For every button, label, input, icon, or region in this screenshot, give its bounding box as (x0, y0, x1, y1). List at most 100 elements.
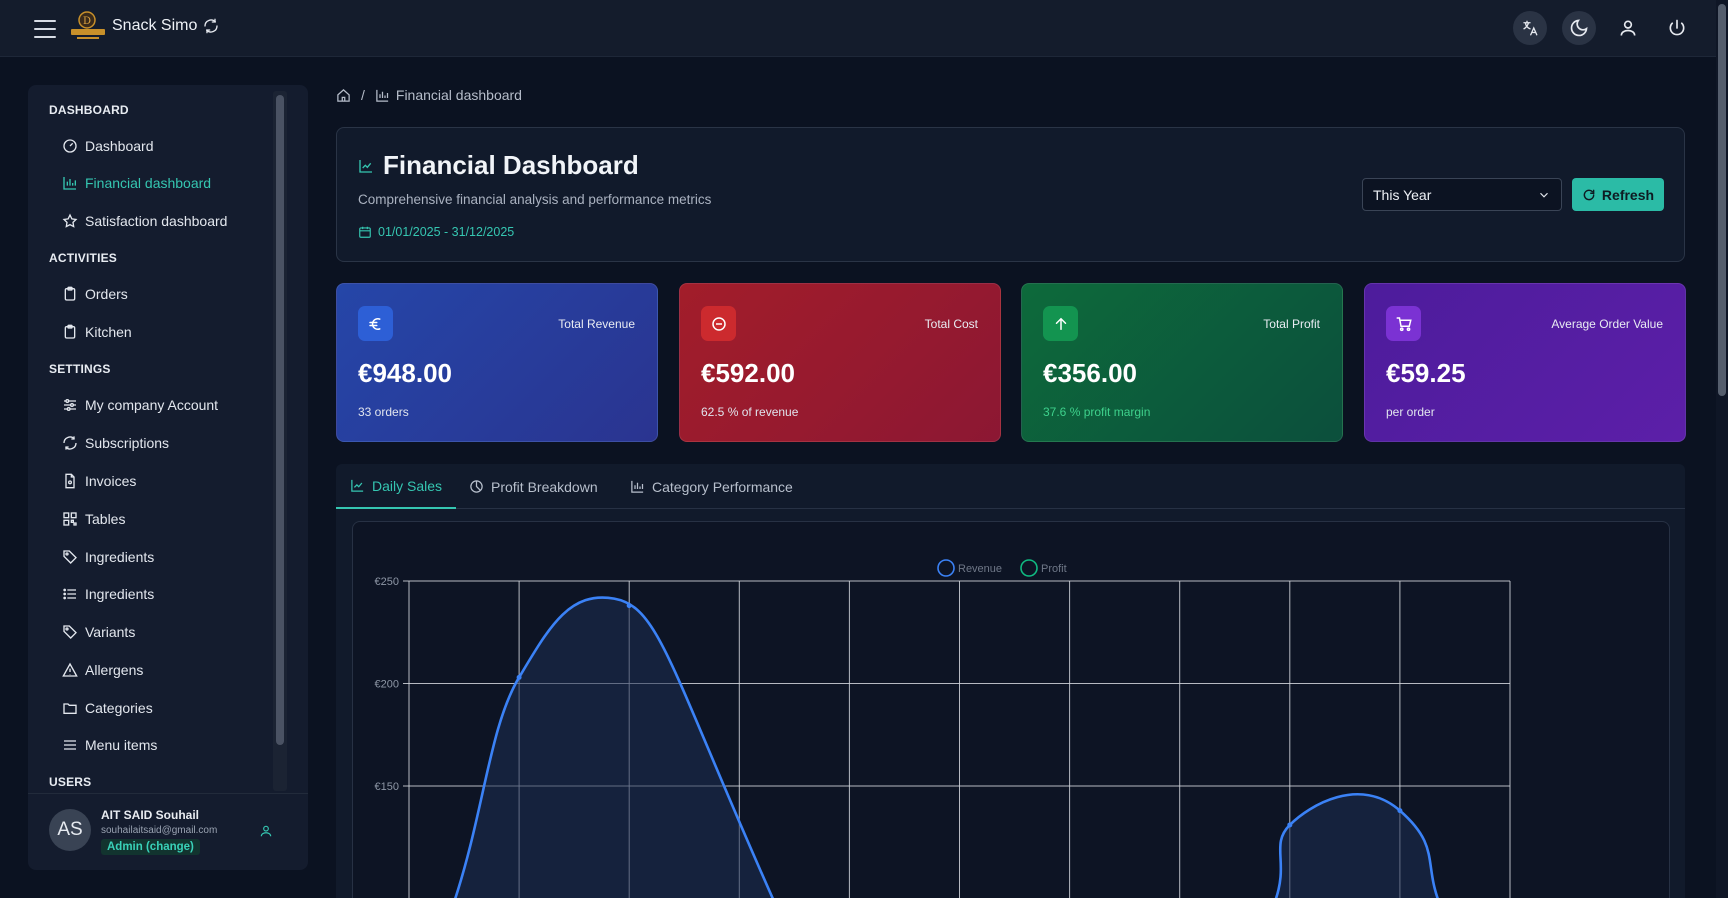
sidebar: DASHBOARD Dashboard Financial dashboard … (28, 85, 308, 870)
sidebar-item-allergens[interactable]: Allergens (62, 656, 143, 684)
bar-chart-icon (631, 480, 644, 493)
revenue-area (455, 597, 773, 898)
trend-chart-icon (351, 479, 364, 492)
sidebar-nav: DASHBOARD Dashboard Financial dashboard … (28, 85, 268, 793)
section-title-dashboard: DASHBOARD (49, 103, 129, 117)
sidebar-item-label: Subscriptions (85, 435, 170, 451)
gauge-icon (63, 139, 77, 153)
y-tick-label: €250 (375, 576, 399, 588)
refresh-label: Refresh (1601, 186, 1655, 203)
sidebar-item-variants[interactable]: Variants (62, 618, 135, 646)
breadcrumb-separator: / (361, 87, 365, 103)
chart-tabs: Daily Sales Profit Breakdown Category Pe… (336, 464, 1685, 509)
user-icon (1620, 20, 1636, 36)
sidebar-item-menu-items[interactable]: Menu items (62, 731, 157, 759)
revenue-area (1275, 794, 1438, 898)
revenue-point (516, 674, 522, 680)
profile-settings-icon[interactable] (259, 824, 273, 838)
revenue-point (1397, 808, 1403, 814)
sidebar-item-satisfaction-dashboard[interactable]: Satisfaction dashboard (62, 207, 227, 235)
tab-label: Daily Sales (372, 477, 443, 494)
translate-button[interactable] (1513, 11, 1547, 45)
theme-toggle-button[interactable] (1562, 11, 1596, 45)
clipboard-icon (64, 324, 76, 339)
sidebar-item-label: Orders (85, 286, 128, 302)
period-select-value: This Year (1373, 186, 1432, 203)
legend-label: Revenue (958, 563, 1002, 575)
sidebar-item-categories[interactable]: Categories (62, 694, 153, 722)
qr-grid-icon (63, 512, 77, 526)
translate-icon (1523, 20, 1538, 36)
sliders-icon (64, 399, 76, 411)
section-title-activities: ACTIVITIES (49, 251, 118, 265)
sidebar-scrollbar-thumb[interactable] (276, 95, 284, 745)
tab-profit-breakdown[interactable]: Profit Breakdown (455, 464, 612, 509)
metric-sub: per order (1386, 405, 1435, 419)
revenue-point (626, 603, 632, 609)
sidebar-item-label: Financial dashboard (85, 175, 212, 191)
switch-company-icon[interactable] (203, 18, 219, 34)
daily-sales-chart-card: €250 €200 €150 Revenue Profit (352, 521, 1670, 898)
sidebar-item-ingredients-list[interactable]: Ingredients (62, 580, 154, 608)
minus-circle-icon (701, 306, 736, 341)
clipboard-icon (64, 286, 76, 301)
role-badge[interactable]: Admin (change) (101, 839, 200, 855)
dashboard-header-card: Financial Dashboard Comprehensive financ… (336, 127, 1685, 262)
menu-toggle-icon[interactable] (34, 20, 56, 38)
brand-logo: D (71, 11, 105, 39)
metric-value: €592.00 (701, 358, 795, 388)
calendar-icon (359, 226, 371, 238)
metric-value: €356.00 (1043, 358, 1137, 388)
sidebar-item-subscriptions[interactable]: Subscriptions (62, 429, 169, 457)
sidebar-item-tables[interactable]: Tables (62, 505, 125, 533)
sidebar-item-label: Dashboard (85, 138, 154, 154)
metric-value: €59.25 (1386, 358, 1466, 388)
tab-label: Category Performance (652, 478, 793, 495)
sidebar-item-invoices[interactable]: Invoices (62, 467, 136, 495)
logout-button[interactable] (1660, 11, 1694, 45)
period-select[interactable]: This Year (1362, 178, 1562, 211)
user-email: souhailaitsaid@gmail.com (101, 825, 218, 836)
user-name: AIT SAID Souhail (101, 808, 200, 822)
metric-label: Total Revenue (558, 317, 635, 331)
page-scrollbar[interactable] (1716, 0, 1728, 898)
sidebar-item-label: Satisfaction dashboard (85, 213, 228, 229)
brand-name: Snack Simo (112, 17, 198, 34)
metric-label: Average Order Value (1551, 317, 1663, 331)
title-row: Financial Dashboard (358, 150, 639, 181)
page-subtitle: Comprehensive financial analysis and per… (358, 192, 712, 207)
sidebar-item-kitchen[interactable]: Kitchen (62, 318, 132, 346)
metric-label: Total Cost (924, 317, 978, 331)
pie-chart-icon (470, 480, 483, 493)
breadcrumb: / Financial dashboard (336, 87, 522, 103)
y-axis-ticks: €250 €200 €150 (375, 576, 399, 793)
sidebar-item-label: Ingredients (85, 586, 155, 602)
home-icon[interactable] (336, 88, 351, 103)
breadcrumb-current: Financial dashboard (375, 87, 522, 103)
sidebar-item-financial-dashboard[interactable]: Financial dashboard (62, 169, 211, 197)
refresh-button[interactable]: Refresh (1572, 178, 1664, 211)
sidebar-item-ingredients-tags[interactable]: Ingredients (62, 543, 154, 571)
profile-button[interactable] (1611, 11, 1645, 45)
section-title-settings: SETTINGS (49, 362, 111, 376)
avatar[interactable]: AS (49, 809, 91, 851)
tab-daily-sales[interactable]: Daily Sales (336, 464, 457, 509)
y-tick-label: €200 (375, 679, 399, 691)
warning-icon (62, 662, 78, 677)
page-scrollbar-thumb[interactable] (1718, 4, 1726, 396)
sidebar-scrollbar[interactable] (273, 91, 287, 791)
section-title-users: USERS (49, 775, 92, 789)
page-title: Financial Dashboard (383, 150, 639, 180)
metric-sub: 62.5 % of revenue (701, 405, 799, 419)
sidebar-item-orders[interactable]: Orders (62, 280, 128, 308)
sidebar-item-my-company-account[interactable]: My company Account (62, 391, 218, 419)
sidebar-item-label: Ingredients (85, 549, 155, 565)
menu-icon (64, 740, 76, 750)
tab-category-performance[interactable]: Category Performance (616, 464, 807, 509)
euro-icon (358, 306, 393, 341)
brand[interactable]: Snack Simo (112, 17, 219, 35)
sidebar-item-label: Variants (85, 624, 136, 640)
cart-icon (1386, 306, 1421, 341)
sidebar-item-label: Tables (85, 511, 126, 527)
sidebar-item-dashboard[interactable]: Dashboard (62, 132, 154, 160)
